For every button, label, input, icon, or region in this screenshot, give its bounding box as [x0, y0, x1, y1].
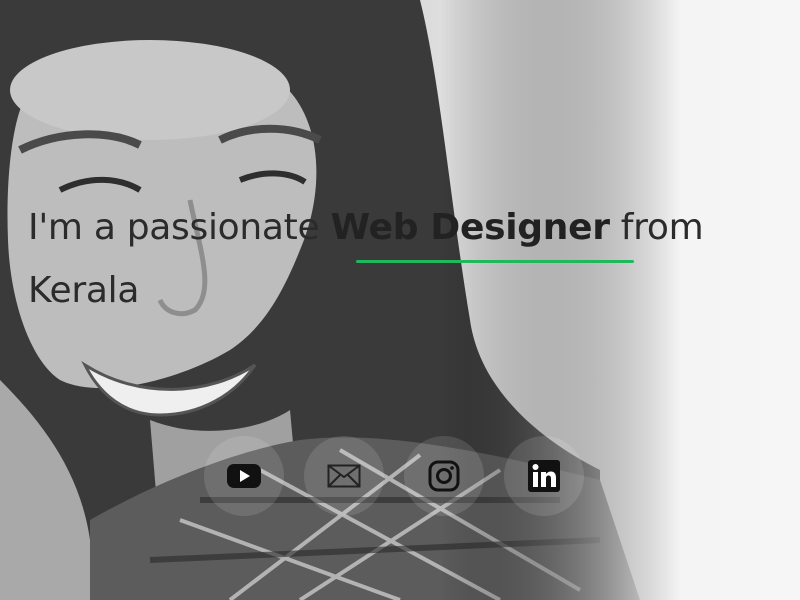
social-links: [204, 436, 584, 516]
hero-section: I'm a passionate Web Designer from Keral…: [0, 0, 800, 600]
email-link[interactable]: [304, 436, 384, 516]
accent-underline: [356, 260, 634, 263]
mail-icon: [327, 464, 361, 488]
instagram-link[interactable]: [404, 436, 484, 516]
youtube-icon: [227, 464, 261, 488]
headline-accent: Web Designer: [330, 207, 610, 248]
youtube-link[interactable]: [204, 436, 284, 516]
linkedin-icon: [528, 460, 560, 492]
headline-prefix: I'm a passionate: [28, 207, 331, 248]
hero-headline: I'm a passionate Web Designer from Keral…: [28, 196, 768, 322]
linkedin-link[interactable]: [504, 436, 584, 516]
instagram-icon: [428, 460, 460, 492]
